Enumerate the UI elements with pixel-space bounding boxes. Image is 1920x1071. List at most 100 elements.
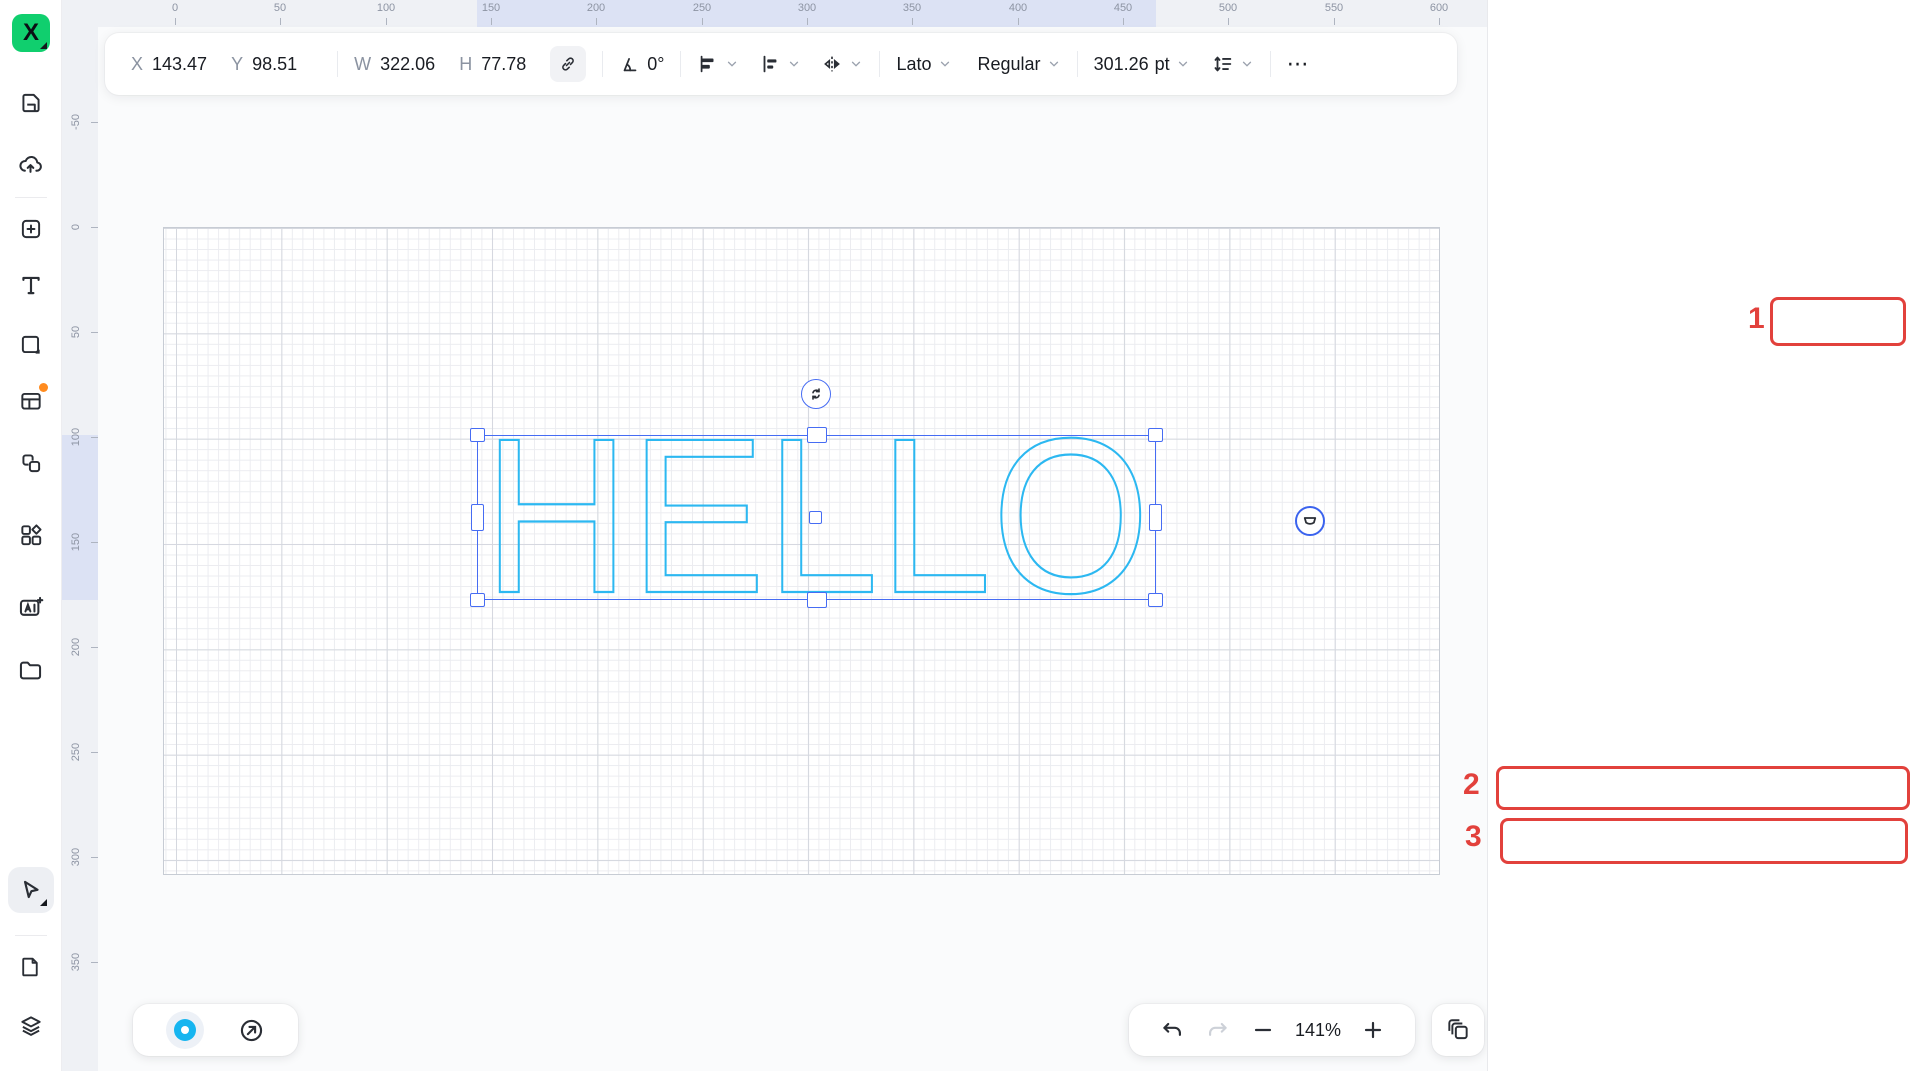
- width-field[interactable]: W 322.06: [354, 54, 435, 75]
- duplicate-button[interactable]: [1432, 1004, 1484, 1056]
- resize-handle-n[interactable]: [807, 427, 827, 443]
- line-spacing-icon: [1214, 56, 1231, 72]
- laser-head-indicator[interactable]: [1295, 506, 1325, 536]
- ruler-selection-highlight-y: [62, 435, 98, 600]
- rotation-field[interactable]: 0°: [619, 53, 664, 75]
- rotate-icon: [812, 388, 820, 400]
- projects-folder-button[interactable]: [8, 647, 54, 693]
- resize-handle-ne[interactable]: [1148, 428, 1163, 442]
- new-canvas-button[interactable]: [8, 206, 54, 252]
- ruler-tick-label: -50: [70, 114, 82, 130]
- save-icon: [21, 93, 40, 113]
- arrange-icon: [701, 55, 714, 73]
- ruler-tick-label: 250: [692, 2, 712, 14]
- ai-tools-button[interactable]: [8, 584, 54, 630]
- angle-value[interactable]: 0°: [647, 54, 664, 75]
- chevron-down-icon: [1242, 61, 1251, 67]
- pages-button[interactable]: [8, 943, 54, 989]
- align-dropdown[interactable]: [759, 53, 801, 75]
- more-options-button[interactable]: ⋯: [1287, 51, 1311, 77]
- zoom-in-button[interactable]: [1361, 1018, 1385, 1042]
- resize-handle-w[interactable]: [471, 504, 484, 531]
- font-family-dropdown[interactable]: Lato: [896, 54, 951, 75]
- canvas-quick-actions: [133, 1004, 298, 1056]
- template-button[interactable]: [8, 378, 54, 424]
- resize-handle-s[interactable]: [807, 592, 827, 608]
- chevron-down-icon: [728, 61, 737, 67]
- ruler-tick-label: 400: [1008, 2, 1028, 14]
- flip-dropdown[interactable]: [821, 53, 863, 75]
- zoom-out-button[interactable]: [1251, 1018, 1275, 1042]
- w-value[interactable]: 322.06: [380, 54, 435, 75]
- center-anchor-handle[interactable]: [809, 511, 822, 524]
- vector-shapes-button[interactable]: [8, 440, 54, 486]
- h-value[interactable]: 77.78: [481, 54, 526, 75]
- flip-horizontal-icon: [824, 56, 841, 72]
- ruler-tick-label: 300: [797, 2, 817, 14]
- font-style-dropdown[interactable]: Regular: [978, 54, 1061, 75]
- angle-icon: [623, 58, 637, 72]
- ruler-selection-highlight-x: [477, 0, 1156, 27]
- ruler-tick-label: 350: [902, 2, 922, 14]
- line-spacing-dropdown[interactable]: [1212, 53, 1254, 75]
- overlapping-shapes-icon: [21, 454, 40, 473]
- rotate-handle[interactable]: [801, 379, 831, 409]
- x-position-field[interactable]: X 143.47: [131, 54, 207, 75]
- font-size-dropdown[interactable]: 301.26 pt: [1094, 54, 1190, 75]
- apps-grid-icon: [20, 524, 42, 546]
- y-position-field[interactable]: Y 98.51: [231, 54, 297, 75]
- lock-aspect-ratio-button[interactable]: [550, 46, 587, 82]
- x-label: X: [131, 53, 144, 74]
- shape-tool-icon: [21, 335, 40, 354]
- resize-handle-nw[interactable]: [470, 428, 485, 442]
- object-properties-toolbar: X 143.47 Y 98.51 W 322.06 H 77.78 0° Lat…: [105, 33, 1457, 95]
- ruler-tick-label: 0: [171, 2, 179, 14]
- select-tool-button[interactable]: [7, 867, 54, 913]
- align-left-icon: [764, 55, 777, 73]
- left-sidebar: X: [0, 0, 62, 1071]
- ruler-horizontal: 0 50 100 150 200 250 300 350 400 450 500…: [62, 0, 1487, 27]
- ruler-tick-label: 450: [1113, 2, 1133, 14]
- undo-button[interactable]: [1159, 1017, 1185, 1043]
- redo-button[interactable]: [1205, 1017, 1231, 1043]
- add-square-icon: [21, 219, 40, 239]
- text-tool-button[interactable]: [8, 262, 54, 308]
- ruler-tick-label: 100: [70, 427, 82, 447]
- jog-to-position-button[interactable]: [238, 1017, 265, 1044]
- arrange-dropdown[interactable]: [697, 53, 739, 75]
- ruler-tick-label: 50: [70, 325, 82, 339]
- y-value[interactable]: 98.51: [252, 54, 297, 75]
- ruler-tick-label: 150: [70, 532, 82, 552]
- ruler-tick-label: 150: [481, 2, 501, 14]
- layers-button[interactable]: [8, 1003, 54, 1049]
- annotation-number-2: 2: [1463, 768, 1480, 801]
- resize-handle-se[interactable]: [1148, 593, 1163, 607]
- camera-view-toggle[interactable]: [166, 1011, 205, 1049]
- resize-handle-sw[interactable]: [470, 593, 485, 607]
- x-value[interactable]: 143.47: [152, 54, 207, 75]
- zoom-level-value[interactable]: 141%: [1295, 1020, 1341, 1041]
- save-button[interactable]: [8, 80, 54, 126]
- y-label: Y: [231, 53, 244, 74]
- height-field[interactable]: H 77.78: [459, 54, 526, 75]
- ruler-vertical: -50 0 50 100 150 200 250 300 350: [62, 27, 98, 1071]
- copies-icon: [1448, 1019, 1468, 1040]
- chevron-down-icon: [852, 61, 861, 67]
- chevron-down-icon: [1049, 61, 1058, 67]
- chevron-down-icon: [790, 61, 799, 67]
- ruler-tick-label: 200: [70, 637, 82, 657]
- ruler-tick-label: 50: [273, 2, 287, 14]
- shape-tool-button[interactable]: [8, 322, 54, 368]
- cloud-upload-button[interactable]: [8, 141, 54, 187]
- h-label: H: [459, 53, 473, 74]
- app-logo[interactable]: X: [12, 14, 50, 52]
- notification-dot: [38, 383, 48, 392]
- font-size-value[interactable]: 301.26: [1094, 54, 1149, 75]
- apps-button[interactable]: [8, 512, 54, 558]
- text-tool-icon: [21, 276, 40, 295]
- ruler-tick-label: 550: [1324, 2, 1344, 14]
- resize-handle-e[interactable]: [1149, 504, 1162, 531]
- page-icon: [22, 957, 38, 976]
- link-icon: [562, 57, 575, 71]
- chevron-down-icon: [940, 61, 949, 67]
